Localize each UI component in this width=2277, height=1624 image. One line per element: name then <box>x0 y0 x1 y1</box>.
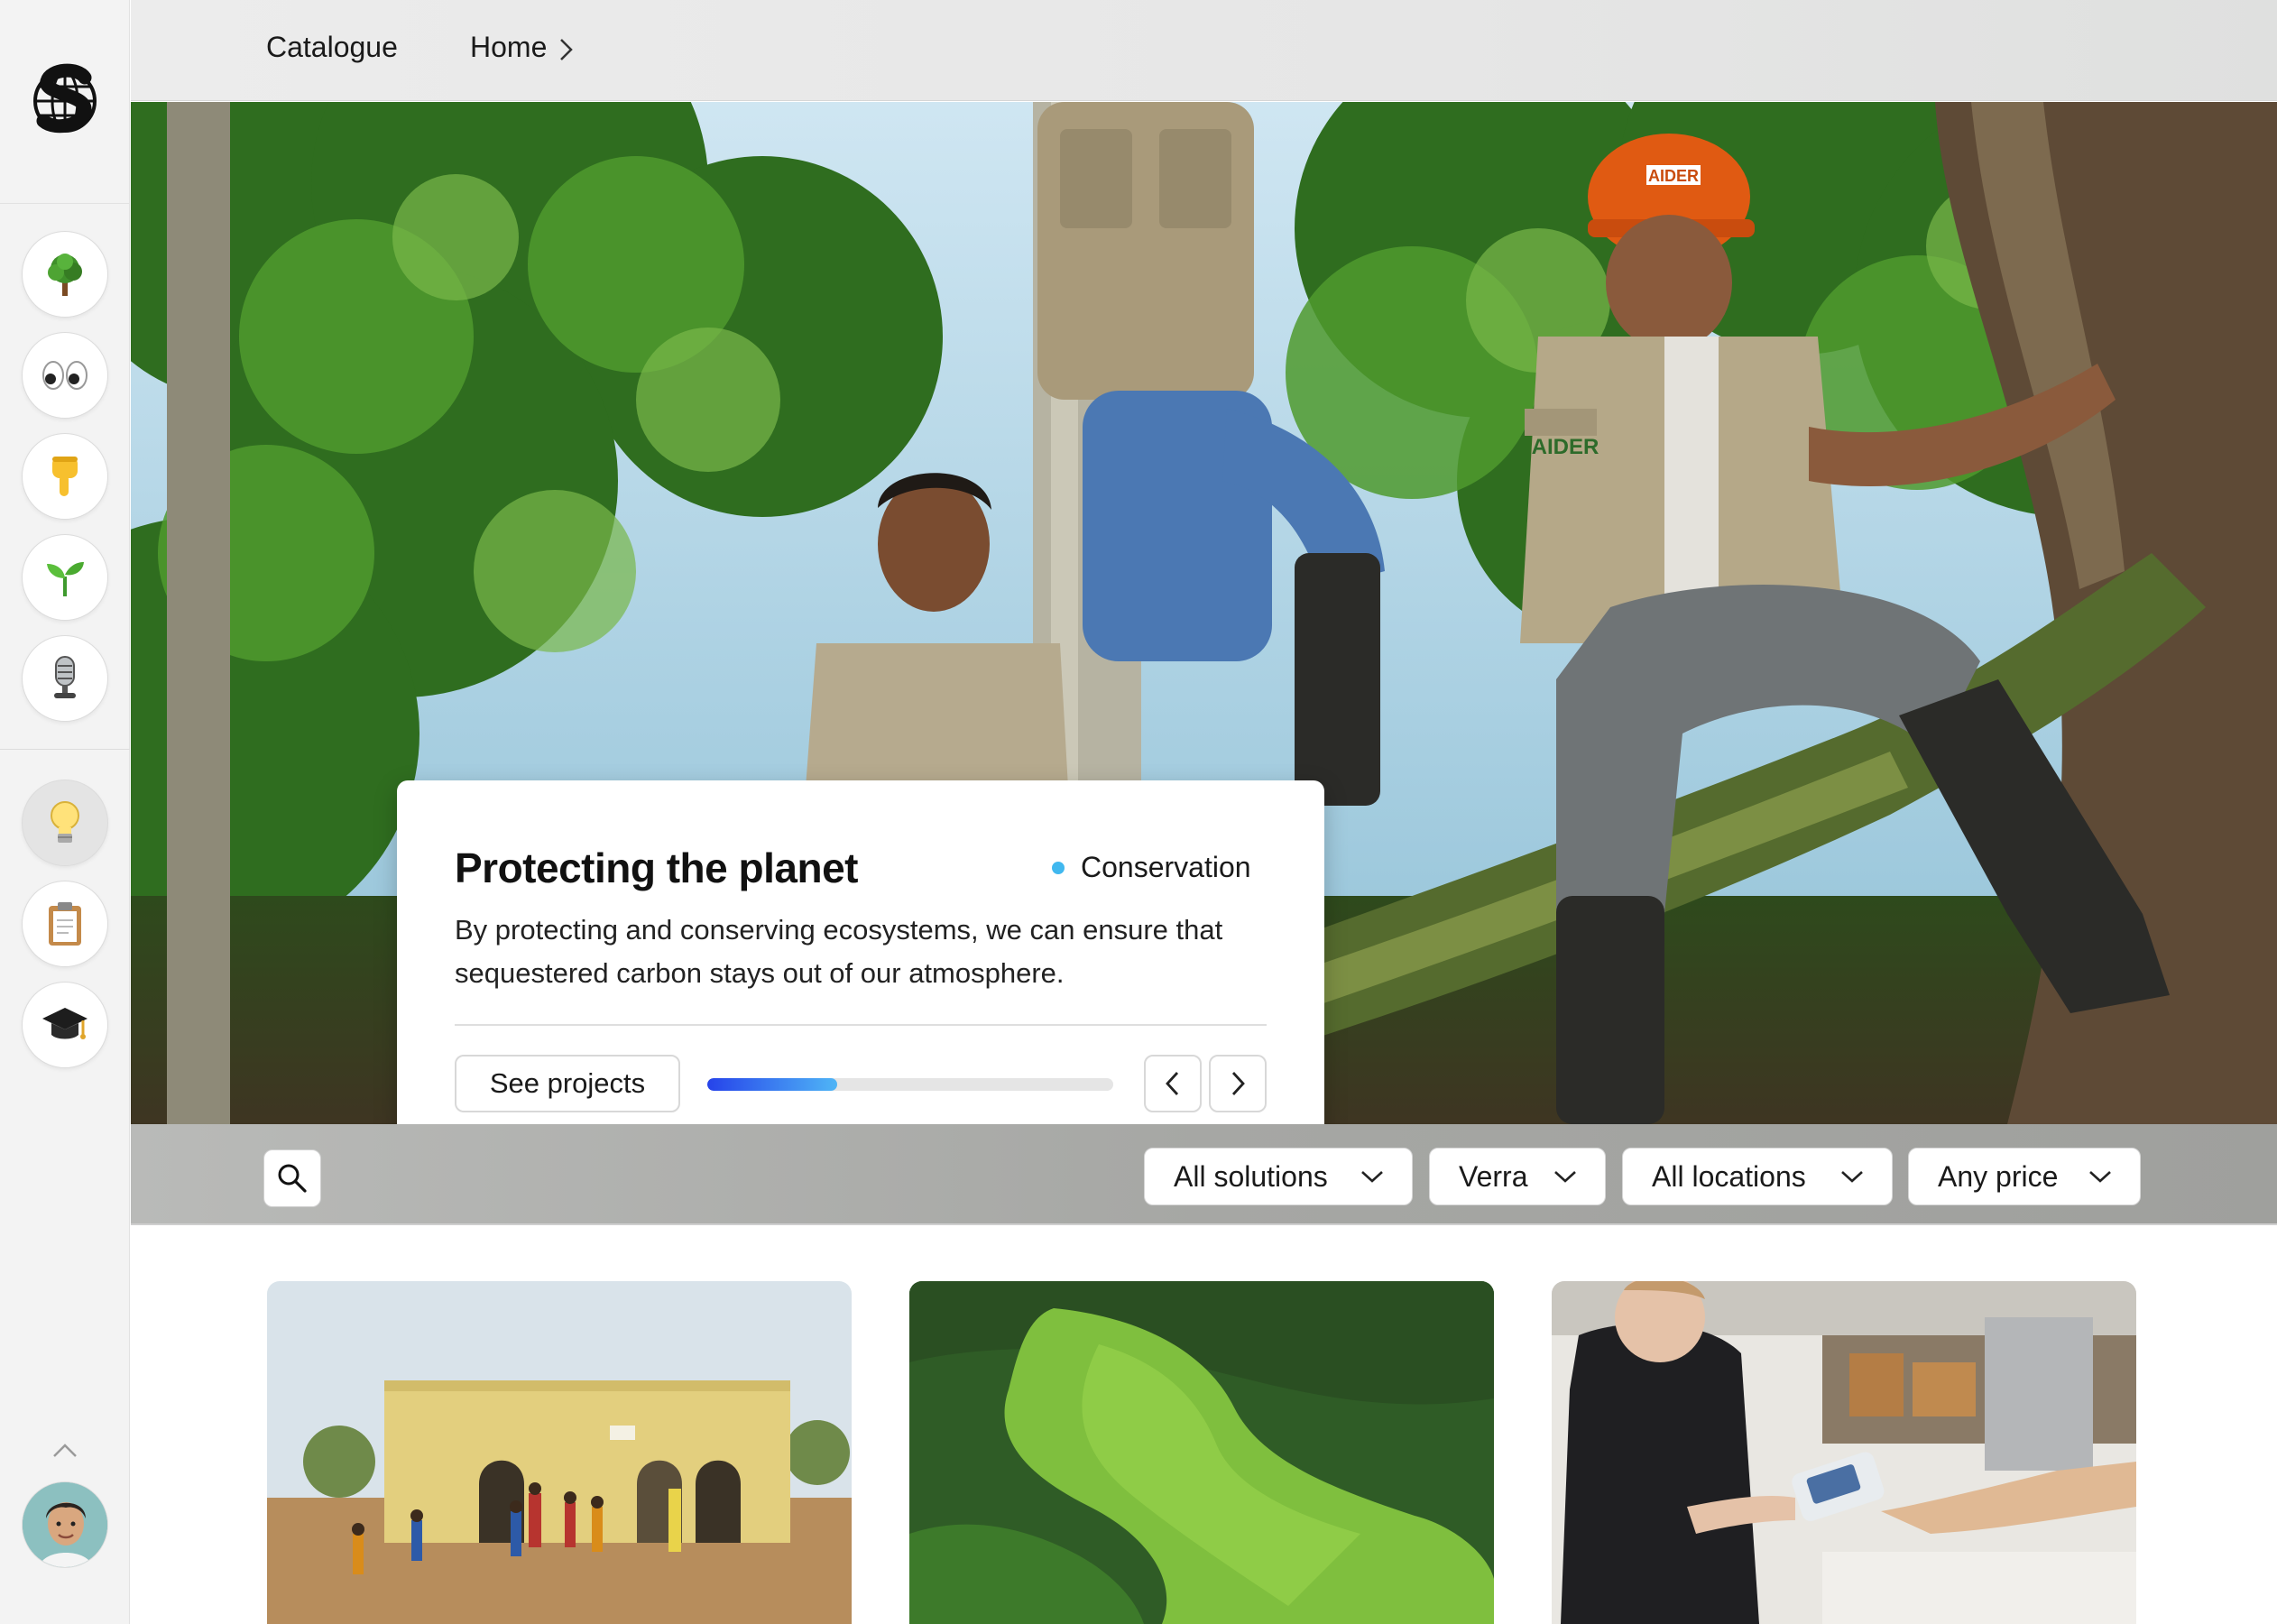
eyes-icon <box>42 361 88 390</box>
solutions-dropdown[interactable]: All solutions <box>1144 1148 1413 1205</box>
chevron-down-icon <box>2089 1171 2111 1183</box>
user-avatar-icon <box>23 1482 107 1567</box>
helmet-text: AIDER <box>1648 167 1699 185</box>
category-dot-icon <box>1052 861 1065 874</box>
hero-description: By protecting and conserving ecosystems,… <box>455 914 1223 989</box>
microphone-icon <box>54 656 76 698</box>
search-icon <box>278 1164 307 1193</box>
aerial-forest-photo <box>909 1281 1494 1624</box>
hero-card: Protecting the planet Conservation By pr… <box>397 780 1324 1124</box>
top-bar: Catalogue Home <box>131 0 2277 101</box>
sidebar <box>0 0 130 1624</box>
chevron-left-icon <box>1166 1072 1179 1095</box>
next-slide-button[interactable] <box>1209 1055 1267 1112</box>
locations-dropdown-value: All locations <box>1652 1159 1806 1193</box>
nav-clipboard-button[interactable] <box>22 881 108 967</box>
nav-eyes-button[interactable] <box>22 332 108 419</box>
chevron-down-icon <box>1361 1171 1383 1183</box>
project-card-cafe[interactable] <box>1552 1281 2136 1624</box>
pointing-down-icon <box>52 457 78 496</box>
nav-microphone-button[interactable] <box>22 635 108 722</box>
breadcrumb-catalogue[interactable]: Catalogue <box>266 31 398 64</box>
hero-title: Protecting the planet <box>455 844 858 891</box>
globe-s-logo-icon[interactable] <box>32 52 97 150</box>
tree-icon <box>48 254 82 296</box>
vest-text: AIDER <box>1532 435 1599 459</box>
category-badge: Conservation <box>1052 851 1251 884</box>
carousel-progress-fill <box>707 1078 837 1091</box>
logo-area <box>0 0 130 204</box>
card-payment-cafe-photo <box>1552 1281 2136 1624</box>
carousel-progress <box>707 1078 1113 1091</box>
category-label: Conservation <box>1081 851 1251 883</box>
graduation-cap-icon <box>42 1008 88 1039</box>
chevron-right-icon <box>1231 1072 1245 1095</box>
see-projects-button[interactable]: See projects <box>455 1055 680 1112</box>
chevron-down-icon <box>1554 1171 1576 1183</box>
locations-dropdown[interactable]: All locations <box>1622 1148 1893 1205</box>
hero-banner: AIDER AIDER Protecting the planet Conser… <box>131 102 2277 1124</box>
village-building-photo <box>267 1281 852 1624</box>
previous-slide-button[interactable] <box>1144 1055 1202 1112</box>
nav-pointing-button[interactable] <box>22 433 108 520</box>
nav-seedling-button[interactable] <box>22 534 108 621</box>
project-card-forest[interactable] <box>909 1281 1494 1624</box>
card-divider <box>455 1024 1267 1026</box>
standard-dropdown[interactable]: Verra <box>1429 1148 1606 1205</box>
chevron-up-icon[interactable] <box>51 1440 79 1462</box>
price-dropdown[interactable]: Any price <box>1908 1148 2141 1205</box>
sidebar-divider <box>0 749 130 750</box>
project-card-village[interactable] <box>267 1281 852 1624</box>
nav-lightbulb-button[interactable] <box>22 780 108 866</box>
lightbulb-icon <box>51 801 79 843</box>
search-button[interactable] <box>263 1149 321 1207</box>
standard-dropdown-value: Verra <box>1459 1159 1528 1193</box>
avatar[interactable] <box>22 1481 108 1568</box>
solutions-dropdown-value: All solutions <box>1174 1159 1328 1193</box>
chevron-right-icon <box>560 39 573 60</box>
nav-tree-button[interactable] <box>22 231 108 318</box>
filter-bar: All solutions Verra All locations Any pr… <box>131 1124 2277 1225</box>
chevron-down-icon <box>1841 1171 1863 1183</box>
nav-graduation-button[interactable] <box>22 982 108 1068</box>
seedling-icon <box>47 562 84 596</box>
clipboard-icon <box>49 902 81 946</box>
breadcrumb-home: Home <box>470 31 548 63</box>
price-dropdown-value: Any price <box>1938 1159 2059 1193</box>
